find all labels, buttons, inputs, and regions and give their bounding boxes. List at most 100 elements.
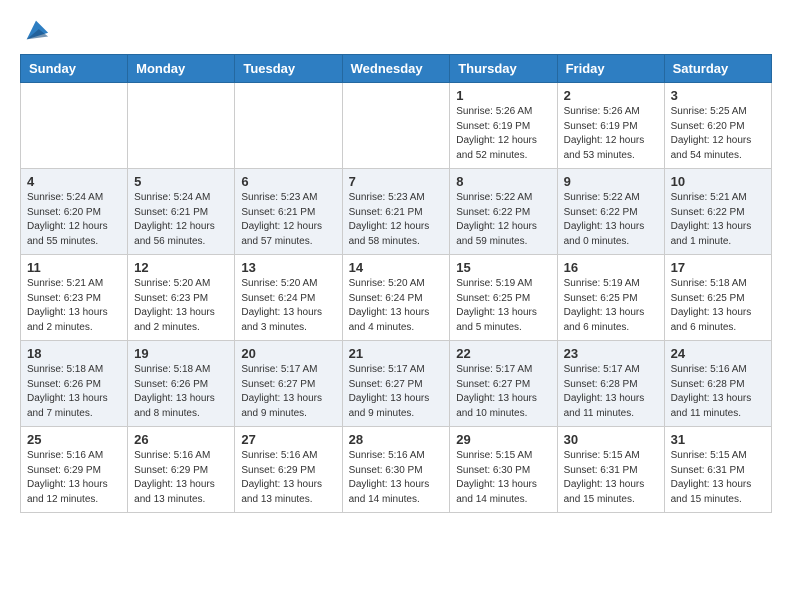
- day-number: 2: [564, 88, 658, 103]
- day-info: Sunrise: 5:17 AM Sunset: 6:27 PM Dayligh…: [456, 363, 550, 421]
- calendar-cell: 2 Sunrise: 5:26 AM Sunset: 6:19 PM Daylig…: [557, 83, 664, 169]
- day-number: 30: [564, 432, 658, 447]
- day-info: Sunrise: 5:15 AM Sunset: 6:31 PM Dayligh…: [564, 449, 658, 507]
- day-number: 10: [671, 174, 765, 189]
- calendar-cell: [342, 83, 450, 169]
- day-info: Sunrise: 5:23 AM Sunset: 6:21 PM Dayligh…: [241, 191, 335, 249]
- calendar-body: 1 Sunrise: 5:26 AM Sunset: 6:19 PM Daylig…: [21, 83, 772, 513]
- day-number: 17: [671, 260, 765, 275]
- calendar-cell: [128, 83, 235, 169]
- day-info: Sunrise: 5:19 AM Sunset: 6:25 PM Dayligh…: [564, 277, 658, 335]
- day-number: 15: [456, 260, 550, 275]
- day-info: Sunrise: 5:18 AM Sunset: 6:26 PM Dayligh…: [134, 363, 228, 421]
- calendar-week-4: 18 Sunrise: 5:18 AM Sunset: 6:26 PM Dayli…: [21, 341, 772, 427]
- calendar-cell: 12 Sunrise: 5:20 AM Sunset: 6:23 PM Dayli…: [128, 255, 235, 341]
- calendar-cell: 20 Sunrise: 5:17 AM Sunset: 6:27 PM Dayli…: [235, 341, 342, 427]
- day-number: 1: [456, 88, 550, 103]
- calendar-cell: 14Sunrise: 5:20 AM Sunset: 6:24 PM Dayli…: [342, 255, 450, 341]
- calendar-cell: 5 Sunrise: 5:24 AM Sunset: 6:21 PM Daylig…: [128, 169, 235, 255]
- day-info: Sunrise: 5:15 AM Sunset: 6:30 PM Dayligh…: [456, 449, 550, 507]
- calendar-cell: 23 Sunrise: 5:17 AM Sunset: 6:28 PM Dayli…: [557, 341, 664, 427]
- calendar-header-row: SundayMondayTuesdayWednesdayThursdayFrid…: [21, 55, 772, 83]
- day-info: Sunrise: 5:26 AM Sunset: 6:19 PM Dayligh…: [564, 105, 658, 163]
- calendar-cell: 3 Sunrise: 5:25 AM Sunset: 6:20 PM Daylig…: [664, 83, 771, 169]
- day-number: 20: [241, 346, 335, 361]
- day-number: 4: [27, 174, 121, 189]
- day-info: Sunrise: 5:22 AM Sunset: 6:22 PM Dayligh…: [564, 191, 658, 249]
- day-info: Sunrise: 5:20 AM Sunset: 6:23 PM Dayligh…: [134, 277, 228, 335]
- day-number: 27: [241, 432, 335, 447]
- calendar-header-sunday: Sunday: [21, 55, 128, 83]
- calendar-cell: 13 Sunrise: 5:20 AM Sunset: 6:24 PM Dayli…: [235, 255, 342, 341]
- day-number: 29: [456, 432, 550, 447]
- logo: [20, 20, 50, 44]
- day-number: 11: [27, 260, 121, 275]
- calendar-cell: 15 Sunrise: 5:19 AM Sunset: 6:25 PM Dayli…: [450, 255, 557, 341]
- calendar-cell: 26Sunrise: 5:16 AM Sunset: 6:29 PM Dayli…: [128, 427, 235, 513]
- day-info: Sunrise: 5:18 AM Sunset: 6:25 PM Dayligh…: [671, 277, 765, 335]
- calendar-cell: 22 Sunrise: 5:17 AM Sunset: 6:27 PM Dayli…: [450, 341, 557, 427]
- calendar-header-monday: Monday: [128, 55, 235, 83]
- day-number: 12: [134, 260, 228, 275]
- calendar-cell: 28Sunrise: 5:16 AM Sunset: 6:30 PM Dayli…: [342, 427, 450, 513]
- calendar-cell: 24 Sunrise: 5:16 AM Sunset: 6:28 PM Dayli…: [664, 341, 771, 427]
- day-info: Sunrise: 5:16 AM Sunset: 6:29 PM Dayligh…: [27, 449, 121, 507]
- calendar-week-3: 11 Sunrise: 5:21 AM Sunset: 6:23 PM Dayli…: [21, 255, 772, 341]
- calendar-cell: [235, 83, 342, 169]
- logo-icon: [22, 16, 50, 44]
- calendar-header-wednesday: Wednesday: [342, 55, 450, 83]
- day-info: Sunrise: 5:23 AM Sunset: 6:21 PM Dayligh…: [349, 191, 444, 249]
- day-number: 31: [671, 432, 765, 447]
- day-number: 23: [564, 346, 658, 361]
- day-info: Sunrise: 5:21 AM Sunset: 6:23 PM Dayligh…: [27, 277, 121, 335]
- day-number: 22: [456, 346, 550, 361]
- calendar-week-2: 4Sunrise: 5:24 AM Sunset: 6:20 PM Daylig…: [21, 169, 772, 255]
- day-number: 3: [671, 88, 765, 103]
- day-number: 26: [134, 432, 228, 447]
- day-info: Sunrise: 5:17 AM Sunset: 6:27 PM Dayligh…: [241, 363, 335, 421]
- day-number: 7: [349, 174, 444, 189]
- calendar-cell: 19 Sunrise: 5:18 AM Sunset: 6:26 PM Dayli…: [128, 341, 235, 427]
- day-info: Sunrise: 5:16 AM Sunset: 6:28 PM Dayligh…: [671, 363, 765, 421]
- calendar-header-thursday: Thursday: [450, 55, 557, 83]
- day-info: Sunrise: 5:22 AM Sunset: 6:22 PM Dayligh…: [456, 191, 550, 249]
- day-number: 8: [456, 174, 550, 189]
- calendar-cell: 18 Sunrise: 5:18 AM Sunset: 6:26 PM Dayli…: [21, 341, 128, 427]
- calendar-header-saturday: Saturday: [664, 55, 771, 83]
- day-number: 13: [241, 260, 335, 275]
- day-info: Sunrise: 5:17 AM Sunset: 6:28 PM Dayligh…: [564, 363, 658, 421]
- day-info: Sunrise: 5:20 AM Sunset: 6:24 PM Dayligh…: [241, 277, 335, 335]
- calendar-cell: 7 Sunrise: 5:23 AM Sunset: 6:21 PM Daylig…: [342, 169, 450, 255]
- calendar-cell: 21Sunrise: 5:17 AM Sunset: 6:27 PM Dayli…: [342, 341, 450, 427]
- day-number: 9: [564, 174, 658, 189]
- day-info: Sunrise: 5:21 AM Sunset: 6:22 PM Dayligh…: [671, 191, 765, 249]
- day-info: Sunrise: 5:25 AM Sunset: 6:20 PM Dayligh…: [671, 105, 765, 163]
- calendar-header-friday: Friday: [557, 55, 664, 83]
- calendar-cell: 1Sunrise: 5:26 AM Sunset: 6:19 PM Daylig…: [450, 83, 557, 169]
- calendar-week-5: 25Sunrise: 5:16 AM Sunset: 6:29 PM Dayli…: [21, 427, 772, 513]
- day-number: 18: [27, 346, 121, 361]
- calendar-header-tuesday: Tuesday: [235, 55, 342, 83]
- calendar-cell: 9 Sunrise: 5:22 AM Sunset: 6:22 PM Daylig…: [557, 169, 664, 255]
- day-info: Sunrise: 5:17 AM Sunset: 6:27 PM Dayligh…: [349, 363, 444, 421]
- calendar-cell: 31Sunrise: 5:15 AM Sunset: 6:31 PM Dayli…: [664, 427, 771, 513]
- calendar-cell: 6 Sunrise: 5:23 AM Sunset: 6:21 PM Daylig…: [235, 169, 342, 255]
- day-info: Sunrise: 5:18 AM Sunset: 6:26 PM Dayligh…: [27, 363, 121, 421]
- day-number: 16: [564, 260, 658, 275]
- day-number: 24: [671, 346, 765, 361]
- calendar-cell: 29 Sunrise: 5:15 AM Sunset: 6:30 PM Dayli…: [450, 427, 557, 513]
- calendar-cell: [21, 83, 128, 169]
- calendar-cell: 11 Sunrise: 5:21 AM Sunset: 6:23 PM Dayli…: [21, 255, 128, 341]
- day-info: Sunrise: 5:19 AM Sunset: 6:25 PM Dayligh…: [456, 277, 550, 335]
- calendar-cell: 4Sunrise: 5:24 AM Sunset: 6:20 PM Daylig…: [21, 169, 128, 255]
- day-number: 28: [349, 432, 444, 447]
- calendar-week-1: 1 Sunrise: 5:26 AM Sunset: 6:19 PM Daylig…: [21, 83, 772, 169]
- day-number: 5: [134, 174, 228, 189]
- calendar-cell: 8 Sunrise: 5:22 AM Sunset: 6:22 PM Daylig…: [450, 169, 557, 255]
- calendar-cell: 16 Sunrise: 5:19 AM Sunset: 6:25 PM Dayli…: [557, 255, 664, 341]
- calendar-cell: 27Sunrise: 5:16 AM Sunset: 6:29 PM Dayli…: [235, 427, 342, 513]
- day-number: 6: [241, 174, 335, 189]
- day-number: 19: [134, 346, 228, 361]
- day-info: Sunrise: 5:20 AM Sunset: 6:24 PM Dayligh…: [349, 277, 444, 335]
- day-info: Sunrise: 5:24 AM Sunset: 6:21 PM Dayligh…: [134, 191, 228, 249]
